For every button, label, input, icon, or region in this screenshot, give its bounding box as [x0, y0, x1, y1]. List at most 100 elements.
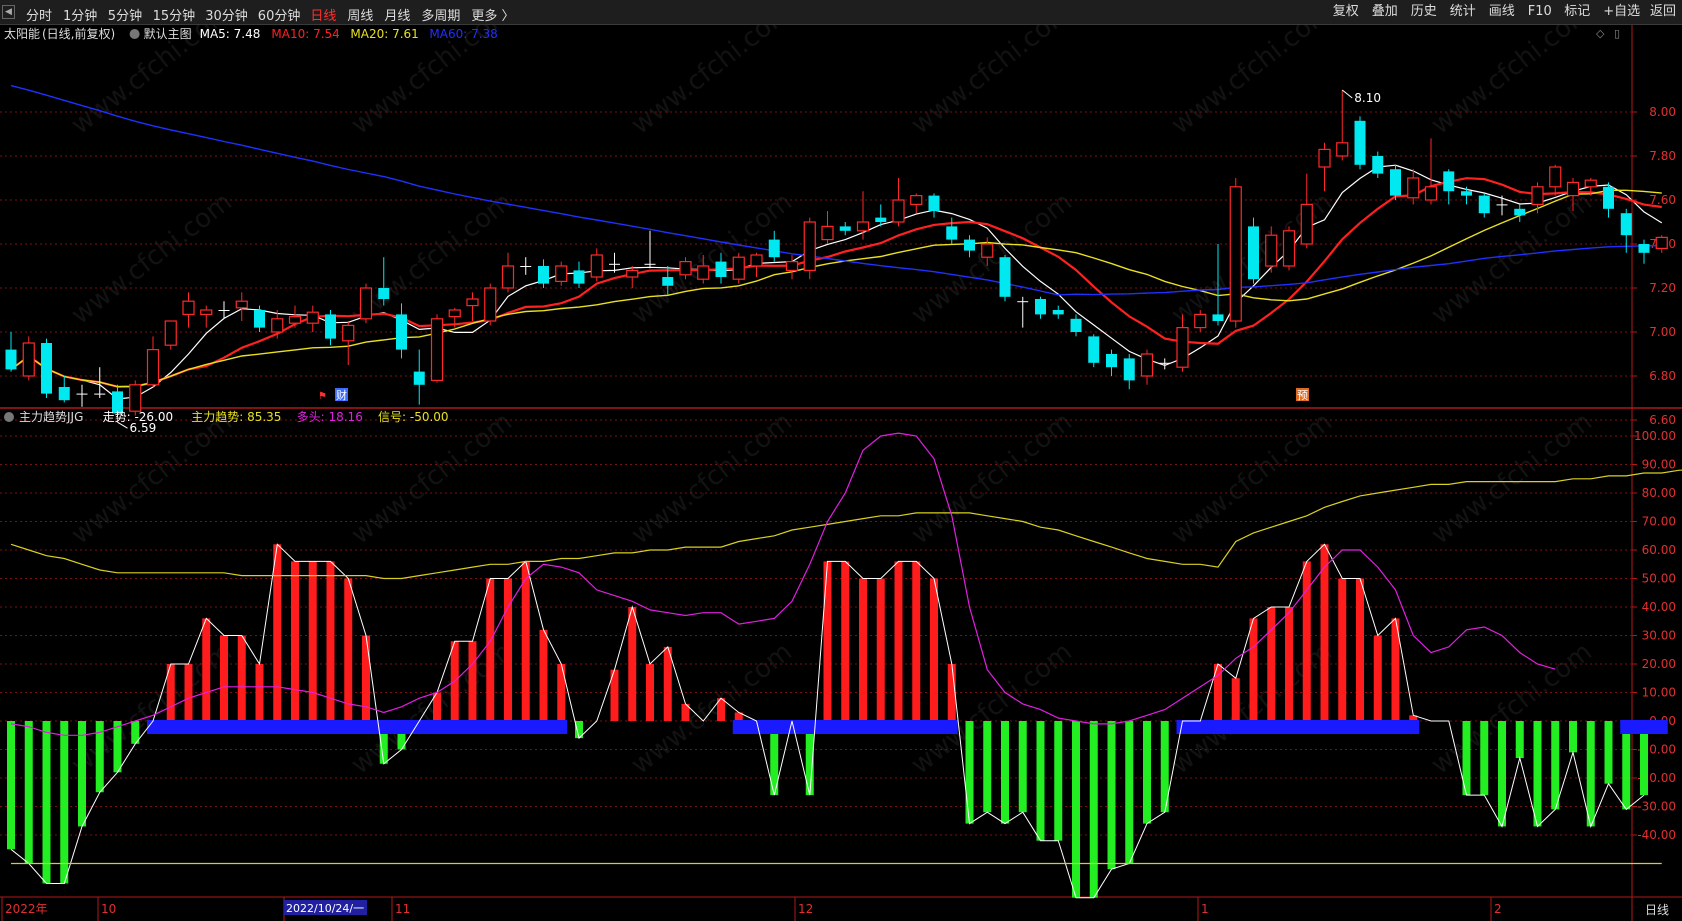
ma-legend-label: MA5	[200, 27, 226, 41]
ma10-line	[10, 177, 1662, 388]
candle-up	[359, 287, 373, 320]
candle-up	[1655, 236, 1668, 249]
candle-doji	[94, 393, 106, 395]
back-arrow-icon[interactable]: ◀	[2, 5, 15, 19]
indicator-legend: 走势: -26.00	[103, 410, 174, 424]
toolbar-button[interactable]: 统计	[1447, 3, 1479, 21]
trend-bar-positive	[344, 578, 353, 721]
indicator-tick-label: 80.00	[1642, 486, 1676, 500]
toolbar-button[interactable]: 标记	[1561, 3, 1593, 21]
top-toolbar: ◀ 分时 1分钟 5分钟 15分钟 30分钟 60分钟 日线 周线 月线 多周期 更多 〉 返回 +自选…	[0, 0, 1682, 25]
trend-bar-negative	[78, 721, 86, 827]
diamond-icon[interactable]: ◇	[1596, 27, 1605, 40]
period-tab[interactable]: 15分钟	[153, 5, 196, 24]
indicator-axis: 100.00 90.00 80.00 70.00 60.00 50.00 40.00 30.0…	[1632, 429, 1676, 842]
trend-bar-negative	[1622, 721, 1631, 810]
price-tick-label: 7.20	[1649, 281, 1676, 295]
candle-up	[590, 254, 603, 278]
trend-bar-negative	[1107, 721, 1116, 870]
candle-down	[999, 257, 1011, 297]
candle-down	[1461, 191, 1472, 196]
period-tab[interactable]: 日线	[310, 5, 336, 24]
candle-up	[466, 298, 479, 307]
period-tab[interactable]: 更多 〉	[471, 5, 514, 24]
period-indicator[interactable]: 日线	[1645, 903, 1669, 917]
toolbar-button[interactable]: 历史	[1408, 3, 1440, 21]
trend-bar-negative	[1089, 721, 1098, 898]
template-name[interactable]: 默认主图	[144, 26, 192, 41]
period-tab[interactable]: 1分钟	[63, 5, 97, 24]
ma-legend-value: 7.61	[392, 27, 419, 41]
candle-up	[856, 221, 870, 232]
candle-down	[1603, 186, 1614, 209]
trend-bar-negative	[24, 721, 33, 864]
toolbar-button[interactable]: +自选	[1600, 3, 1643, 21]
candle-doji	[218, 310, 230, 311]
trend-bar-positive	[291, 561, 299, 721]
indicator-gear-icon[interactable]	[4, 412, 14, 422]
trend-bar-negative	[1072, 721, 1080, 898]
candle-up	[1584, 179, 1597, 188]
candle-up	[288, 316, 302, 324]
candle-up	[271, 318, 284, 333]
trend-band	[732, 720, 958, 734]
watermark-text: www.cfchi.com	[66, 187, 238, 331]
indicator-legend-label: 主力趋势	[191, 410, 239, 424]
indicator-name[interactable]: 主力趋势JJG	[19, 410, 83, 424]
watermark-text: www.cfchi.com	[66, 25, 238, 141]
candle-down	[325, 314, 336, 339]
candle-up	[697, 265, 710, 280]
candle-down	[254, 310, 265, 328]
trend-bar-positive	[521, 561, 530, 721]
period-tab[interactable]: 60分钟	[258, 5, 301, 24]
trend-band	[147, 720, 568, 734]
moving-averages	[10, 84, 1663, 400]
stock-chart: www.cfchi.com www.cfchi.com www.cfchi.com w…	[0, 25, 1682, 921]
period-tab[interactable]: 分时	[26, 5, 52, 24]
trend-bar-positive	[1267, 607, 1276, 721]
period-tab[interactable]: 30分钟	[205, 5, 248, 24]
candle-up	[910, 195, 923, 206]
candle-doji	[520, 266, 532, 267]
indicator-tick-label: 10.00	[1642, 686, 1676, 700]
period-tab[interactable]: 月线	[384, 5, 410, 24]
indicator-tick-label: 40.00	[1642, 600, 1676, 614]
event-marker[interactable]: 预	[1297, 389, 1308, 402]
indicator-plot	[7, 432, 1682, 899]
ma-legend: MA5: 7.48	[200, 27, 261, 41]
candle-up	[1300, 203, 1313, 245]
dividend-marker-icon[interactable]: ⚑	[318, 391, 327, 402]
toolbar-button[interactable]: F10	[1525, 3, 1555, 21]
period-tab[interactable]: 周线	[347, 5, 373, 24]
maximize-icon[interactable]: ▯	[1614, 27, 1620, 40]
trend-bar-positive	[1373, 635, 1382, 721]
candle-up	[803, 221, 816, 272]
trend-bar-positive	[1285, 607, 1293, 721]
candle-down	[946, 226, 958, 240]
candle-down	[538, 266, 549, 284]
toolbar-button[interactable]: 画线	[1486, 3, 1518, 21]
candle-up	[1282, 230, 1296, 267]
candle-doji	[644, 263, 656, 265]
trend-bar-positive	[255, 664, 264, 721]
candle-down	[5, 349, 17, 370]
candle-up	[1176, 327, 1189, 368]
event-marker[interactable]: 财	[336, 388, 347, 402]
toolbar-button[interactable]: 返回	[1647, 3, 1679, 21]
watermark-text: www.cfchi.com	[626, 25, 798, 141]
candle-up	[1140, 353, 1154, 377]
trend-bar-positive	[486, 578, 495, 721]
template-gear-icon[interactable]	[129, 29, 140, 39]
period-tab[interactable]: 5分钟	[108, 5, 142, 24]
candle-down	[396, 314, 407, 350]
period-tab[interactable]: 多周期	[421, 5, 460, 24]
trend-bar-negative	[1551, 721, 1560, 810]
date-label: 11	[395, 902, 410, 916]
trend-bar-positive	[1338, 578, 1347, 721]
price-tick-label: 8.00	[1649, 105, 1676, 119]
candle-up	[448, 309, 461, 318]
toolbar-button[interactable]: 复权	[1330, 3, 1362, 21]
toolbar-button[interactable]: 叠加	[1369, 3, 1401, 21]
trend-bar-negative	[7, 721, 15, 850]
indicator-tick-label: 30.00	[1642, 629, 1676, 643]
